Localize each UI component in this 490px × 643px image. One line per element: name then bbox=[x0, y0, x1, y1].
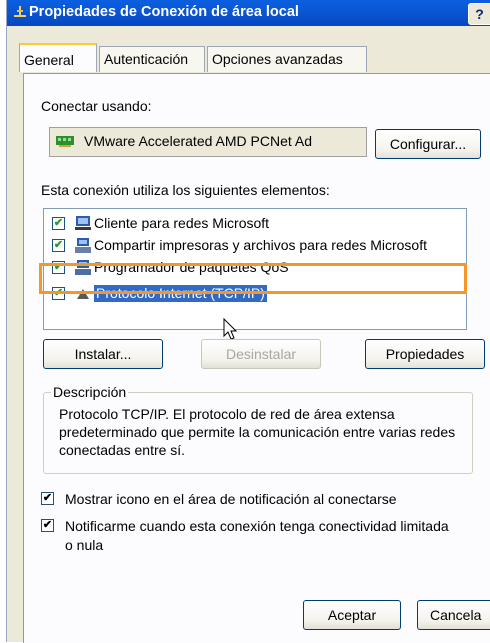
tcpip-label: Protocolo Internet (TCP/IP) bbox=[94, 285, 267, 302]
tab-authentication[interactable]: Autenticación bbox=[99, 46, 205, 72]
tab-general[interactable]: General bbox=[19, 43, 97, 72]
notify-label: Notificarme cuando esta conexión tenga c… bbox=[65, 518, 449, 534]
adapter-name: VMware Accelerated AMD PCNet Ad bbox=[84, 133, 312, 149]
notify-label-line2: o nula bbox=[65, 537, 104, 553]
tcpip-checkbox[interactable]: ✔ bbox=[52, 287, 65, 300]
client-checkbox[interactable]: ✔ bbox=[52, 217, 65, 230]
list-item-client[interactable]: ✔ Cliente para redes Microsoft bbox=[44, 213, 466, 235]
notify-checkbox[interactable]: ✔ bbox=[41, 519, 54, 532]
network-connection-icon bbox=[14, 6, 26, 17]
properties-button[interactable]: Propiedades bbox=[365, 339, 485, 369]
connect-using-label: Conectar usando: bbox=[41, 98, 152, 114]
description-text: Protocolo TCP/IP. El protocolo de red de… bbox=[59, 406, 456, 458]
tab-advanced-options[interactable]: Opciones avanzadas bbox=[207, 46, 367, 72]
list-item-sharing[interactable]: ✔ Compartir impresoras y archivos para r… bbox=[44, 235, 466, 257]
network-client-icon bbox=[75, 216, 91, 230]
title-bar[interactable]: Propiedades de Conexión de área local ? bbox=[7, 0, 490, 26]
adapter-field: VMware Accelerated AMD PCNet Ad bbox=[49, 127, 367, 157]
qos-scheduler-icon bbox=[75, 260, 91, 275]
sharing-checkbox[interactable]: ✔ bbox=[52, 239, 65, 252]
cancel-button[interactable]: Cancela bbox=[417, 600, 490, 630]
file-printer-sharing-icon bbox=[75, 238, 91, 253]
properties-dialog: Propiedades de Conexión de área local ? … bbox=[6, 0, 490, 643]
window-title: Propiedades de Conexión de área local bbox=[29, 4, 299, 20]
sharing-label: Compartir impresoras y archivos para red… bbox=[94, 237, 427, 253]
list-item-tcpip[interactable]: ✔ Protocolo Internet (TCP/IP) bbox=[44, 283, 466, 305]
qos-checkbox[interactable]: ✔ bbox=[52, 261, 65, 274]
network-adapter-icon bbox=[56, 136, 74, 147]
show-icon-label: Mostrar icono en el área de notificación… bbox=[65, 491, 397, 507]
configure-button[interactable]: Configurar... bbox=[375, 129, 481, 159]
protocol-icon bbox=[77, 289, 89, 299]
components-label: Esta conexión utiliza los siguientes ele… bbox=[41, 182, 330, 198]
qos-label: Programador de paquetes QoS bbox=[94, 259, 289, 275]
description-legend: Descripción bbox=[51, 384, 129, 400]
components-list[interactable]: ✔ Cliente para redes Microsoft ✔ Compart… bbox=[43, 208, 467, 330]
install-button[interactable]: Instalar... bbox=[43, 339, 163, 369]
uninstall-button[interactable]: Desinstalar bbox=[201, 339, 321, 369]
ok-button[interactable]: Aceptar bbox=[303, 600, 401, 630]
show-icon-checkbox[interactable]: ✔ bbox=[41, 492, 54, 505]
list-item-qos[interactable]: ✔ Programador de paquetes QoS bbox=[44, 257, 466, 279]
help-button[interactable]: ? bbox=[468, 3, 490, 25]
client-label: Cliente para redes Microsoft bbox=[94, 215, 270, 231]
